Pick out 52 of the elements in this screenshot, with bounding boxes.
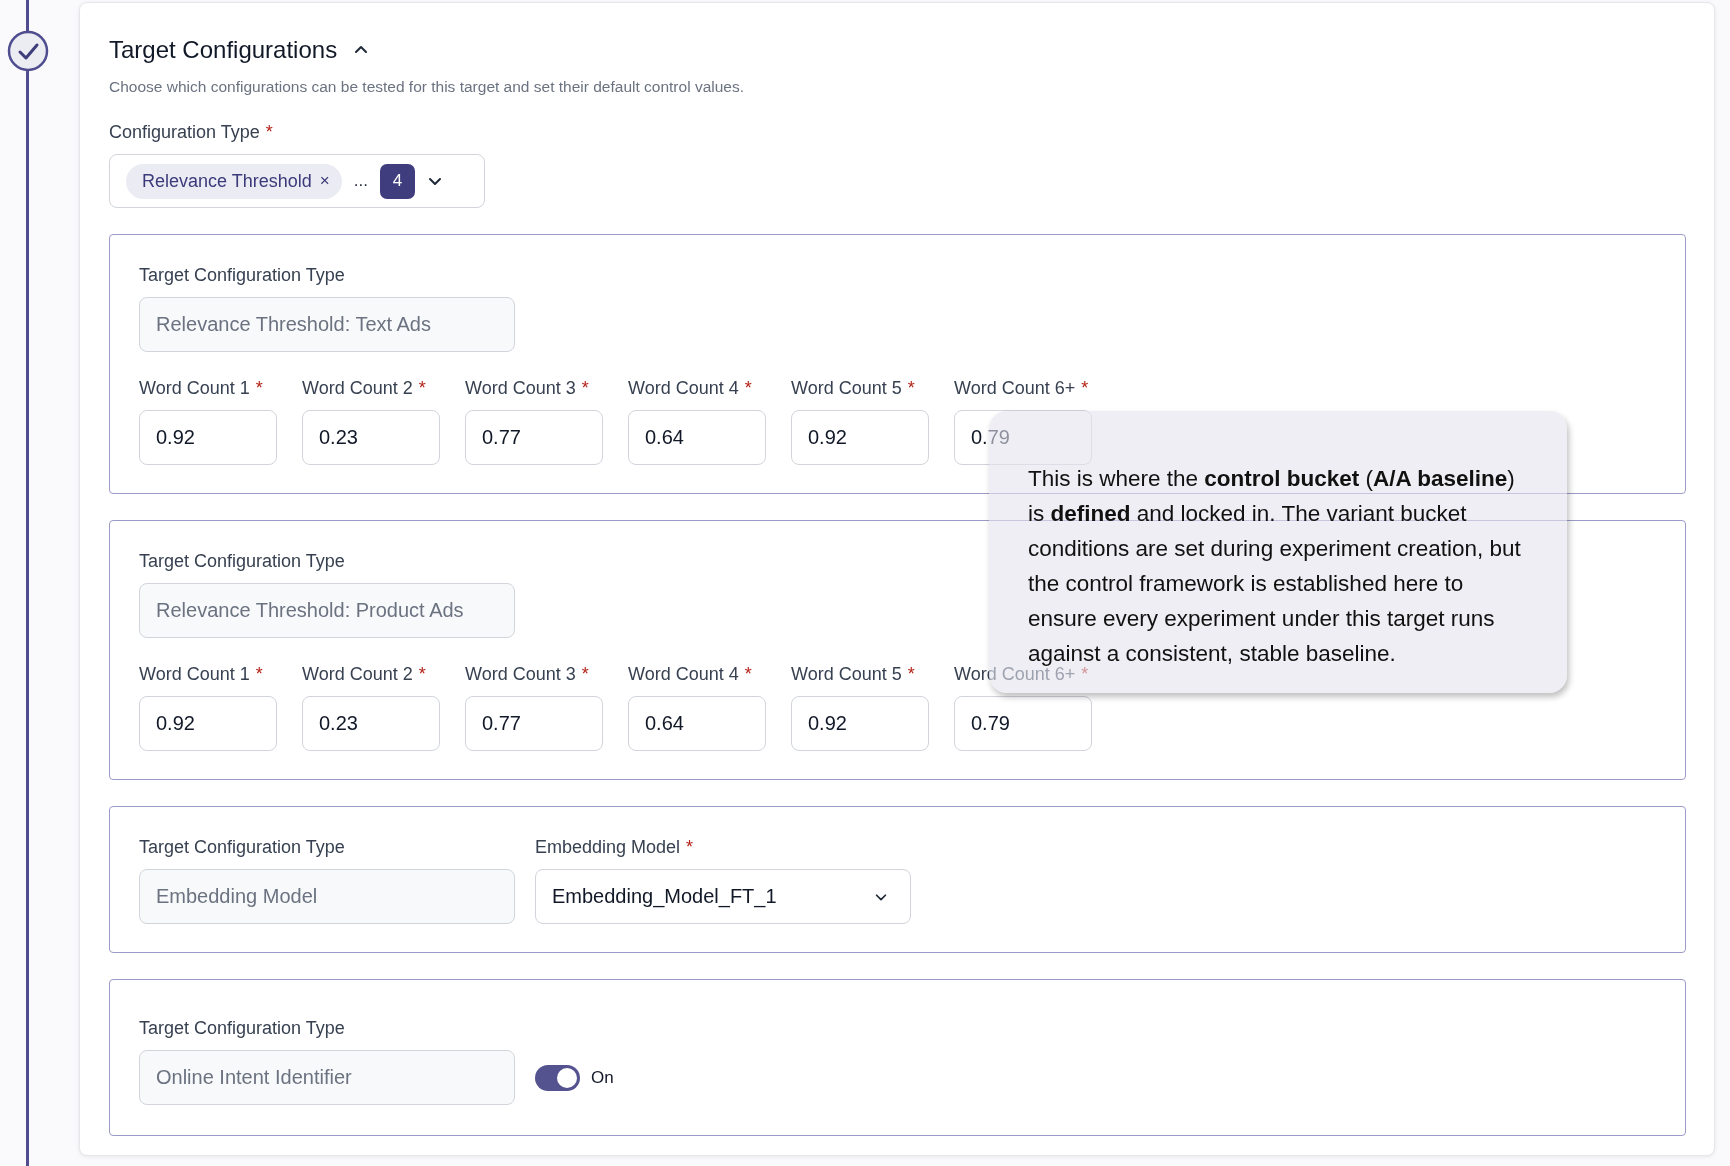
field-label: Target Configuration Type bbox=[139, 265, 345, 286]
field-label: Word Count 2 bbox=[302, 378, 413, 399]
chip-label: Relevance Threshold bbox=[142, 170, 312, 192]
section-description: Choose which configurations can be tested for this target and set their default control values. bbox=[109, 78, 745, 96]
required-mark: * bbox=[686, 837, 694, 858]
required-mark: * bbox=[907, 664, 915, 685]
required-mark: * bbox=[255, 378, 263, 399]
field-label: Embedding Model bbox=[535, 837, 681, 858]
required-mark: * bbox=[255, 664, 263, 685]
embedding-model-select[interactable]: Embedding_Model_FT_1 bbox=[535, 869, 911, 924]
field-label: Word Count 5 bbox=[791, 664, 902, 685]
word-count-field[interactable]: 0.79 bbox=[954, 696, 1092, 751]
required-mark: * bbox=[265, 122, 273, 143]
section-title: Target Configurations bbox=[109, 36, 338, 64]
word-count-field[interactable]: 0.64 bbox=[628, 696, 766, 751]
required-mark: * bbox=[1081, 664, 1089, 685]
word-count-field[interactable]: 0.23 bbox=[302, 696, 440, 751]
required-mark: * bbox=[581, 378, 589, 399]
required-mark: * bbox=[1081, 378, 1089, 399]
field-label: Word Count 1 bbox=[139, 378, 250, 399]
toggle-label: On bbox=[591, 1067, 614, 1088]
word-count-field[interactable]: 0.92 bbox=[139, 696, 277, 751]
field-label: Word Count 5 bbox=[791, 378, 902, 399]
word-count-field[interactable]: 0.77 bbox=[465, 696, 603, 751]
field-label: Target Configuration Type bbox=[139, 1018, 345, 1039]
chip-remove[interactable]: × bbox=[319, 171, 330, 191]
required-mark: * bbox=[744, 664, 752, 685]
toggle-switch[interactable] bbox=[535, 1064, 580, 1091]
field-label: Word Count 3 bbox=[465, 664, 576, 685]
required-mark: * bbox=[907, 378, 915, 399]
required-mark: * bbox=[418, 664, 426, 685]
word-count-field[interactable]: 0.23 bbox=[302, 410, 440, 465]
field-label: Target Configuration Type bbox=[139, 551, 345, 572]
word-count-field[interactable]: 0.92 bbox=[139, 410, 277, 465]
field-label: Word Count 6+ bbox=[954, 378, 1076, 399]
field-label: Configuration Type bbox=[109, 122, 260, 143]
required-mark: * bbox=[418, 378, 426, 399]
word-count-field[interactable]: 0.92 bbox=[791, 696, 929, 751]
field-label: Word Count 4 bbox=[628, 664, 739, 685]
field-label: Word Count 1 bbox=[139, 664, 250, 685]
word-count-field[interactable]: 0.92 bbox=[791, 410, 929, 465]
overflow-ellipsis: ... bbox=[353, 171, 368, 191]
field-label: Word Count 3 bbox=[465, 378, 576, 399]
required-mark: * bbox=[581, 664, 589, 685]
field-label: Word Count 2 bbox=[302, 664, 413, 685]
count-badge: 4 bbox=[379, 163, 415, 199]
configuration-type-select[interactable]: Relevance Threshold × ... 4 bbox=[109, 154, 485, 208]
field-label: Target Configuration Type bbox=[139, 837, 345, 858]
field-label: Word Count 4 bbox=[628, 378, 739, 399]
required-mark: * bbox=[744, 378, 752, 399]
word-count-field[interactable]: 0.77 bbox=[465, 410, 603, 465]
word-count-field[interactable]: 0.64 bbox=[628, 410, 766, 465]
